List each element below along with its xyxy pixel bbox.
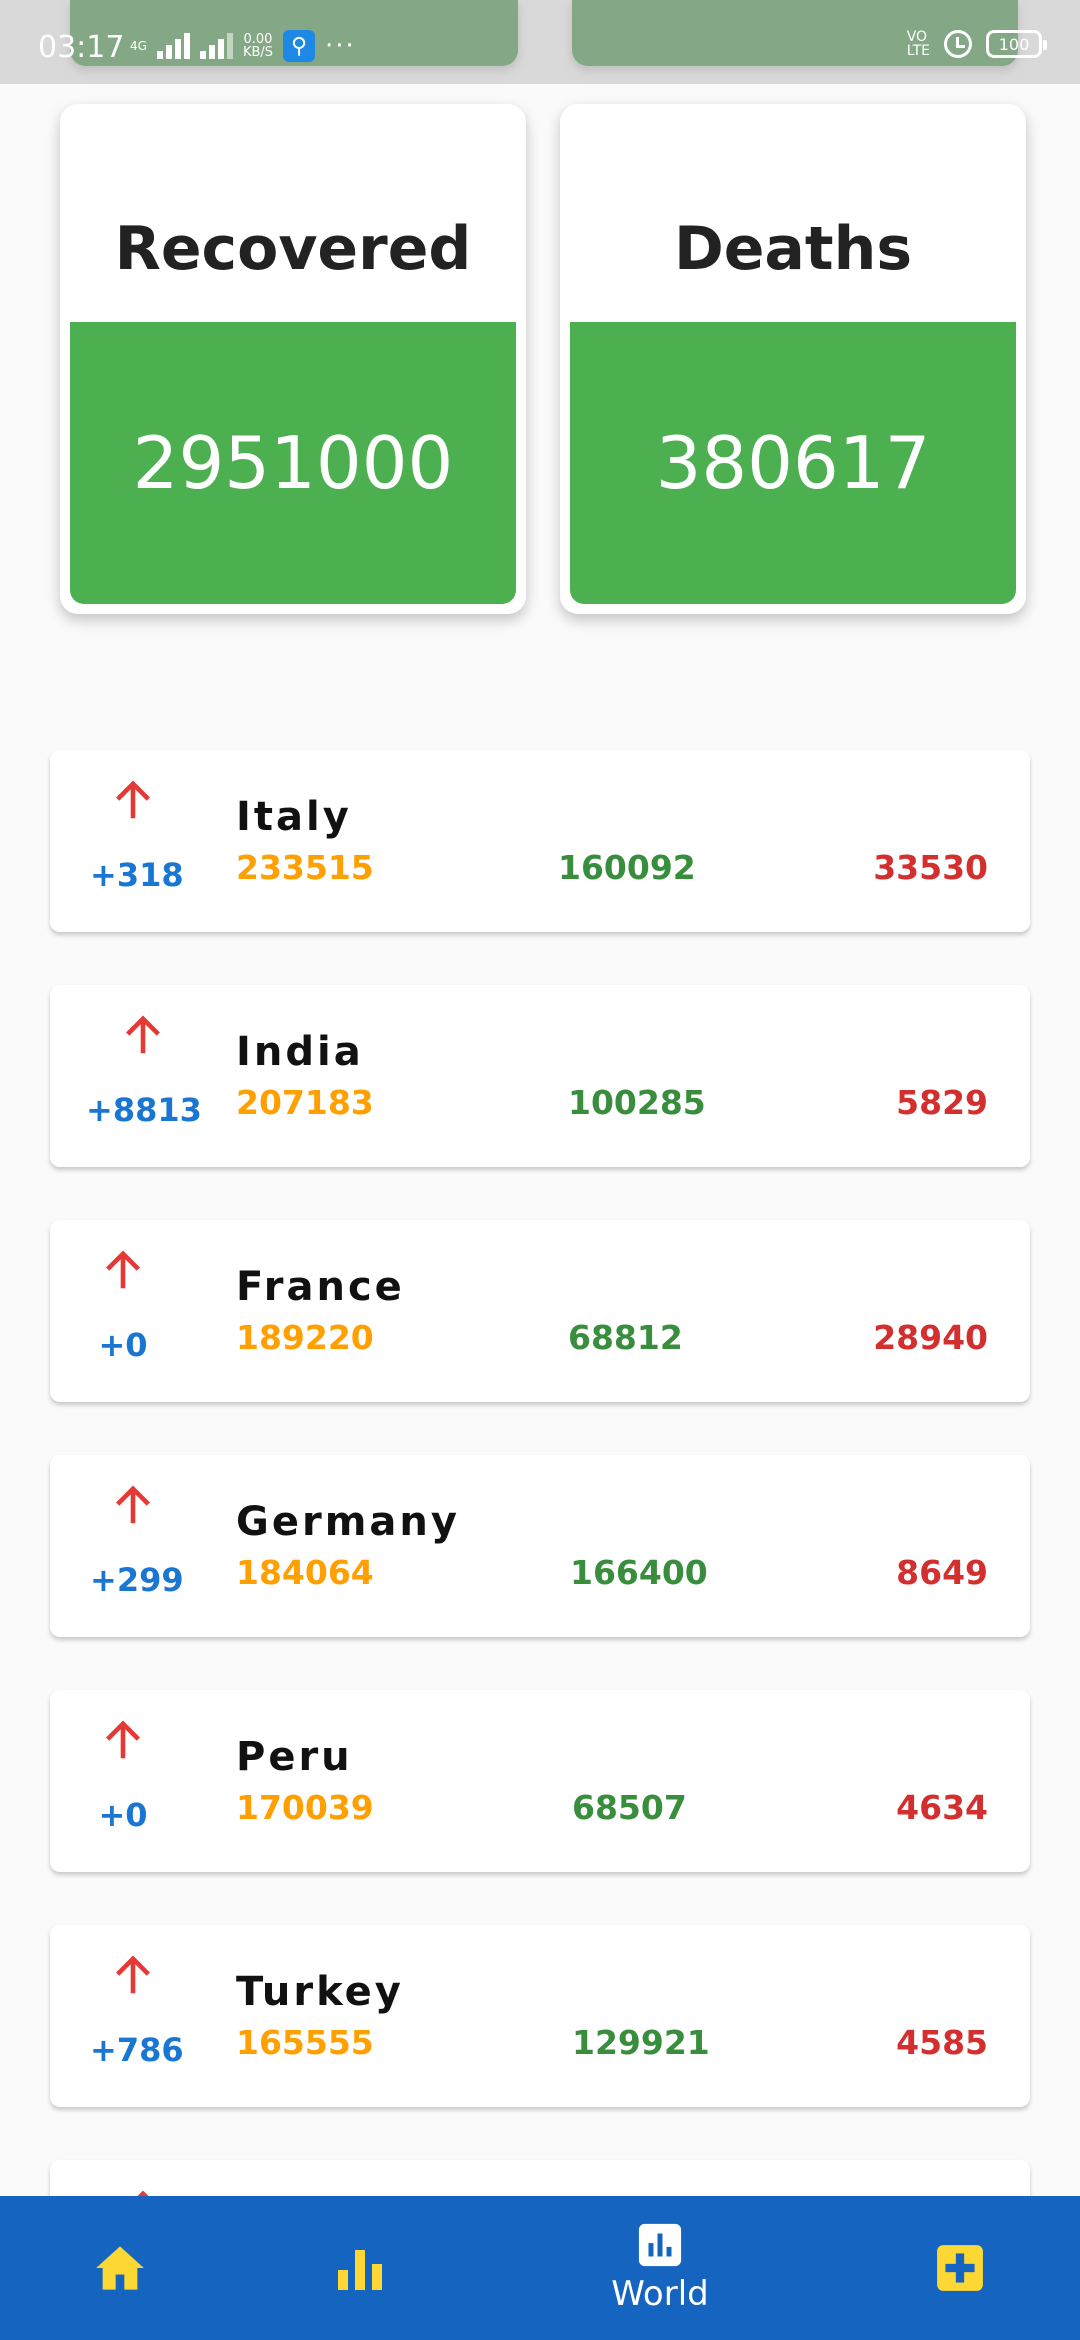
arrow-up-icon: [116, 1485, 150, 1524]
recovered-card[interactable]: Recovered 2951000: [60, 104, 526, 614]
deaths-count: 33530: [873, 848, 988, 887]
recovered-value: 2951000: [132, 421, 454, 505]
status-left-icons: 4G 0.00 KB/S ⚲ ···: [130, 30, 356, 62]
new-cases: +0: [98, 1326, 148, 1364]
recovered-count: 160092: [558, 848, 696, 887]
arrow-up-icon: [126, 1015, 160, 1054]
nav-home[interactable]: [70, 2196, 170, 2340]
confirmed-count: 207183: [236, 1083, 374, 1122]
world-chart-icon: [638, 2223, 682, 2267]
home-icon: [96, 2246, 144, 2290]
deaths-count: 28940: [873, 1318, 988, 1357]
status-bar: 03:17 4G 0.00 KB/S ⚲ ··· VO LTE 100: [0, 0, 1080, 84]
recovered-count: 166400: [570, 1553, 708, 1592]
usb-icon: ⚲: [283, 30, 316, 62]
confirmed-count: 189220: [236, 1318, 374, 1357]
nav-world[interactable]: World: [590, 2196, 730, 2340]
new-cases: +318: [90, 856, 184, 894]
confirmed-count: 165555: [236, 2023, 374, 2062]
country-name: France: [236, 1264, 405, 1310]
deaths-count: 8649: [896, 1553, 988, 1592]
deaths-value-box: 380617: [570, 322, 1016, 604]
nav-world-label: World: [611, 2274, 709, 2314]
recovered-value-box: 2951000: [70, 322, 516, 604]
deaths-count: 4634: [896, 1788, 988, 1827]
country-row[interactable]: +0 Peru 170039 68507 4634: [50, 1690, 1030, 1872]
country-row[interactable]: +786 Turkey 165555 129921 4585: [50, 1925, 1030, 2107]
more-notifications-icon: ···: [325, 31, 356, 61]
volte-icon: VO LTE: [906, 29, 930, 59]
recovered-count: 68812: [568, 1318, 683, 1357]
new-cases: +786: [90, 2031, 184, 2069]
deaths-count: 5829: [896, 1083, 988, 1122]
net-speed: 0.00 KB/S: [242, 32, 274, 60]
alarm-icon: [944, 30, 972, 58]
deaths-card[interactable]: Deaths 380617: [560, 104, 1026, 614]
status-time: 03:17: [38, 30, 125, 65]
recovered-count: 68507: [572, 1788, 687, 1827]
new-cases: +0: [98, 1796, 148, 1834]
new-cases: +299: [90, 1561, 184, 1599]
bottom-navigation: World: [0, 2196, 1080, 2340]
country-row[interactable]: +299 Germany 184064 166400 8649: [50, 1455, 1030, 1637]
bar-chart-icon: [338, 2250, 382, 2290]
arrow-up-icon: [106, 1720, 140, 1759]
signal-icon: [156, 33, 190, 59]
recovered-count: 129921: [572, 2023, 710, 2062]
country-name: Germany: [236, 1499, 460, 1545]
country-list: +318 Italy 233515 160092 33530 +8813 Ind…: [50, 750, 1030, 2303]
new-cases: +8813: [86, 1091, 202, 1129]
recovered-title: Recovered: [114, 214, 472, 284]
battery-icon: 100: [986, 30, 1047, 58]
arrow-up-icon: [116, 780, 150, 819]
arrow-up-icon: [116, 1955, 150, 1994]
confirmed-count: 233515: [236, 848, 374, 887]
arrow-up-icon: [106, 1250, 140, 1289]
country-row[interactable]: +0 France 189220 68812 28940: [50, 1220, 1030, 1402]
country-name: Italy: [236, 794, 352, 840]
deaths-value: 380617: [655, 421, 931, 505]
country-name: Turkey: [236, 1969, 404, 2015]
signal-icon-2: [199, 33, 233, 59]
recovered-count: 100285: [568, 1083, 706, 1122]
confirmed-count: 184064: [236, 1553, 374, 1592]
deaths-title: Deaths: [673, 214, 913, 284]
country-row[interactable]: +8813 India 207183 100285 5829: [50, 985, 1030, 1167]
confirmed-count: 170039: [236, 1788, 374, 1827]
network-type: 4G: [130, 39, 147, 53]
nav-plus[interactable]: [910, 2196, 1010, 2340]
country-name: India: [236, 1029, 364, 1075]
plus-icon: [937, 2245, 983, 2291]
deaths-count: 4585: [896, 2023, 988, 2062]
nav-stats[interactable]: [310, 2196, 410, 2340]
country-name: Peru: [236, 1734, 353, 1780]
country-row[interactable]: +318 Italy 233515 160092 33530: [50, 750, 1030, 932]
status-right-icons: VO LTE 100: [906, 29, 1047, 59]
